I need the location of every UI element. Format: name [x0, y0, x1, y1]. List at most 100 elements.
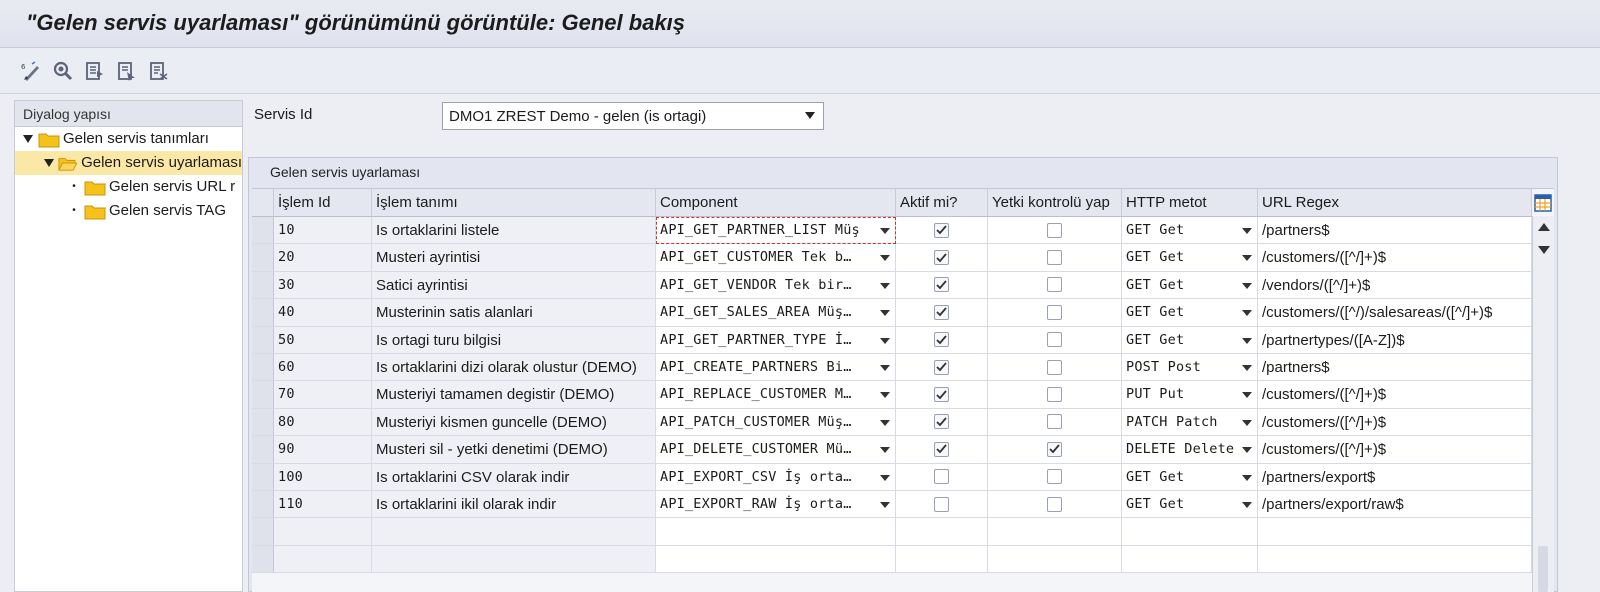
yetki-kontrolu-checkbox[interactable] — [1047, 304, 1062, 320]
chevron-down-icon[interactable] — [1242, 447, 1252, 454]
row-selector[interactable] — [252, 299, 274, 327]
component-dropdown[interactable]: API_GET_SALES_AREA Müş… — [656, 299, 896, 327]
chevron-down-icon[interactable] — [880, 419, 890, 426]
chevron-down-icon[interactable] — [880, 474, 890, 481]
url-regex-field[interactable]: /customers/([^/]+)$ — [1258, 244, 1532, 272]
column-header-url-regex[interactable]: URL Regex — [1258, 189, 1532, 217]
row-selector[interactable] — [252, 354, 274, 382]
caret-down-icon[interactable] — [43, 156, 55, 170]
http-method-dropdown[interactable]: PUT Put — [1122, 381, 1258, 409]
tree-item-gelen-servis-url[interactable]: • Gelen servis URL r — [67, 175, 242, 199]
component-dropdown[interactable]: API_EXPORT_RAW İş orta… — [656, 491, 896, 519]
http-method-dropdown[interactable]: GET Get — [1122, 299, 1258, 327]
row-selector[interactable] — [252, 545, 274, 574]
url-regex-field[interactable]: /customers/([^/]+)$ — [1258, 436, 1532, 464]
chevron-down-icon[interactable] — [1242, 255, 1252, 262]
row-selector[interactable] — [252, 518, 274, 546]
table-row[interactable]: 70 Musteriyi tamamen degistir (DEMO) API_R… — [252, 381, 1532, 409]
component-dropdown[interactable]: API_GET_PARTNER_TYPE İ… — [656, 326, 896, 354]
table-row[interactable]: 10 Is ortaklarini listele API_GET_PARTNER_… — [252, 217, 1532, 245]
tree-item-gelen-servis-tag[interactable]: • Gelen servis TAG — [67, 199, 242, 223]
chevron-down-icon[interactable] — [1242, 392, 1252, 399]
http-method-dropdown[interactable]: GET Get — [1122, 217, 1258, 245]
chevron-down-icon[interactable] — [880, 310, 890, 317]
chevron-down-icon[interactable] — [880, 337, 890, 344]
table-row[interactable]: 20 Musteri ayrintisi API_GET_CUSTOMER Tek … — [252, 244, 1532, 272]
yetki-kontrolu-checkbox[interactable] — [1047, 387, 1062, 403]
chevron-down-icon[interactable] — [880, 282, 890, 289]
http-method-dropdown[interactable]: DELETE Delete — [1122, 436, 1258, 464]
component-dropdown[interactable]: API_GET_PARTNER_LIST Müş — [656, 217, 896, 245]
tree-item-gelen-servis-uyarlamasi[interactable]: Gelen servis uyarlaması — [15, 151, 242, 175]
aktif-checkbox[interactable] — [934, 359, 949, 375]
column-header-component[interactable]: Component — [656, 189, 896, 217]
yetki-kontrolu-checkbox[interactable] — [1047, 222, 1062, 238]
url-regex-field[interactable]: /partnertypes/([A-Z])$ — [1258, 326, 1532, 354]
chevron-down-icon[interactable] — [880, 392, 890, 399]
table-row-empty[interactable] — [252, 518, 1532, 546]
yetki-kontrolu-checkbox[interactable] — [1047, 414, 1062, 430]
row-selector[interactable] — [252, 326, 274, 354]
chevron-down-icon[interactable] — [1242, 502, 1252, 508]
table-scrollbar[interactable] — [1532, 216, 1554, 592]
url-regex-field[interactable]: /customers/([^/]+)$ — [1258, 381, 1532, 409]
aktif-checkbox[interactable] — [934, 222, 949, 238]
select-all-button[interactable] — [82, 58, 108, 84]
yetki-kontrolu-checkbox[interactable] — [1047, 277, 1062, 293]
url-regex-field[interactable]: /partners/export/raw$ — [1258, 491, 1532, 519]
component-dropdown[interactable]: API_PATCH_CUSTOMER Müş… — [656, 408, 896, 437]
http-method-dropdown[interactable]: GET Get — [1122, 463, 1258, 491]
row-selector[interactable] — [252, 463, 274, 491]
table-row[interactable]: 110 Is ortaklarini ikil olarak indir API_E… — [252, 491, 1532, 519]
row-selector[interactable] — [252, 244, 274, 272]
column-header-yetki-kontrolu[interactable]: Yetki kontrolü yap — [988, 189, 1122, 217]
table-row[interactable]: 50 Is ortagi turu bilgisi API_GET_PARTNER_… — [252, 326, 1532, 354]
component-dropdown[interactable]: API_CREATE_PARTNERS Bi… — [656, 354, 896, 382]
component-dropdown[interactable]: API_EXPORT_CSV İş orta… — [656, 463, 896, 491]
column-header-islem-tanimi[interactable]: İşlem tanımı — [372, 189, 656, 217]
component-dropdown[interactable]: API_GET_CUSTOMER Tek b… — [656, 244, 896, 272]
row-selector[interactable] — [252, 381, 274, 409]
component-dropdown[interactable]: API_DELETE_CUSTOMER Mü… — [656, 436, 896, 464]
yetki-kontrolu-checkbox[interactable] — [1047, 359, 1062, 375]
url-regex-field[interactable]: /customers/([^/)/salesareas/([^/]+)$ — [1258, 299, 1532, 327]
deselect-all-button[interactable] — [146, 58, 172, 84]
table-row[interactable]: 60 Is ortaklarini dizi olarak olustur (DE… — [252, 354, 1532, 382]
aktif-checkbox[interactable] — [934, 469, 949, 485]
aktif-checkbox[interactable] — [934, 387, 949, 403]
url-regex-field[interactable]: /partners$ — [1258, 354, 1532, 382]
url-regex-field[interactable]: /partners$ — [1258, 217, 1532, 245]
component-dropdown[interactable]: API_REPLACE_CUSTOMER M… — [656, 381, 896, 409]
chevron-down-icon[interactable] — [880, 228, 890, 234]
scroll-down-icon[interactable] — [1538, 246, 1550, 254]
row-selector-header[interactable] — [252, 189, 274, 217]
chevron-down-icon[interactable] — [1242, 365, 1252, 371]
http-method-dropdown[interactable]: GET Get — [1122, 326, 1258, 354]
table-row[interactable]: 100 Is ortaklarini CSV olarak indir API_EX… — [252, 463, 1532, 491]
table-row[interactable]: 90 Musteri sil - yetki denetimi (DEMO) API… — [252, 436, 1532, 464]
aktif-checkbox[interactable] — [934, 441, 949, 457]
aktif-checkbox[interactable] — [934, 332, 949, 348]
row-selector[interactable] — [252, 408, 274, 437]
url-regex-field[interactable]: /vendors/([^/]+)$ — [1258, 271, 1532, 300]
yetki-kontrolu-checkbox[interactable] — [1047, 496, 1062, 512]
table-row[interactable]: 40 Musterinin satis alanlari API_GET_SALES… — [252, 299, 1532, 327]
http-method-dropdown[interactable]: PATCH Patch — [1122, 408, 1258, 437]
url-regex-field[interactable]: /customers/([^/]+)$ — [1258, 408, 1532, 437]
column-header-islem-id[interactable]: İşlem Id — [274, 189, 372, 217]
chevron-down-icon[interactable] — [1242, 419, 1252, 426]
row-selector[interactable] — [252, 436, 274, 464]
url-regex-field[interactable]: /partners/export$ — [1258, 463, 1532, 491]
row-selector[interactable] — [252, 271, 274, 300]
chevron-down-icon[interactable] — [880, 447, 890, 454]
row-selector[interactable] — [252, 217, 274, 245]
chevron-down-icon[interactable] — [880, 255, 890, 262]
http-method-dropdown[interactable]: POST Post — [1122, 354, 1258, 382]
scroll-thumb[interactable] — [1538, 546, 1548, 592]
aktif-checkbox[interactable] — [934, 496, 949, 512]
component-dropdown[interactable]: API_GET_VENDOR Tek bir… — [656, 271, 896, 300]
column-settings-button[interactable] — [1532, 190, 1554, 216]
display-change-button[interactable]: 6 — [18, 58, 44, 84]
select-block-button[interactable] — [114, 58, 140, 84]
column-header-aktif-mi[interactable]: Aktif mi? — [896, 189, 988, 217]
